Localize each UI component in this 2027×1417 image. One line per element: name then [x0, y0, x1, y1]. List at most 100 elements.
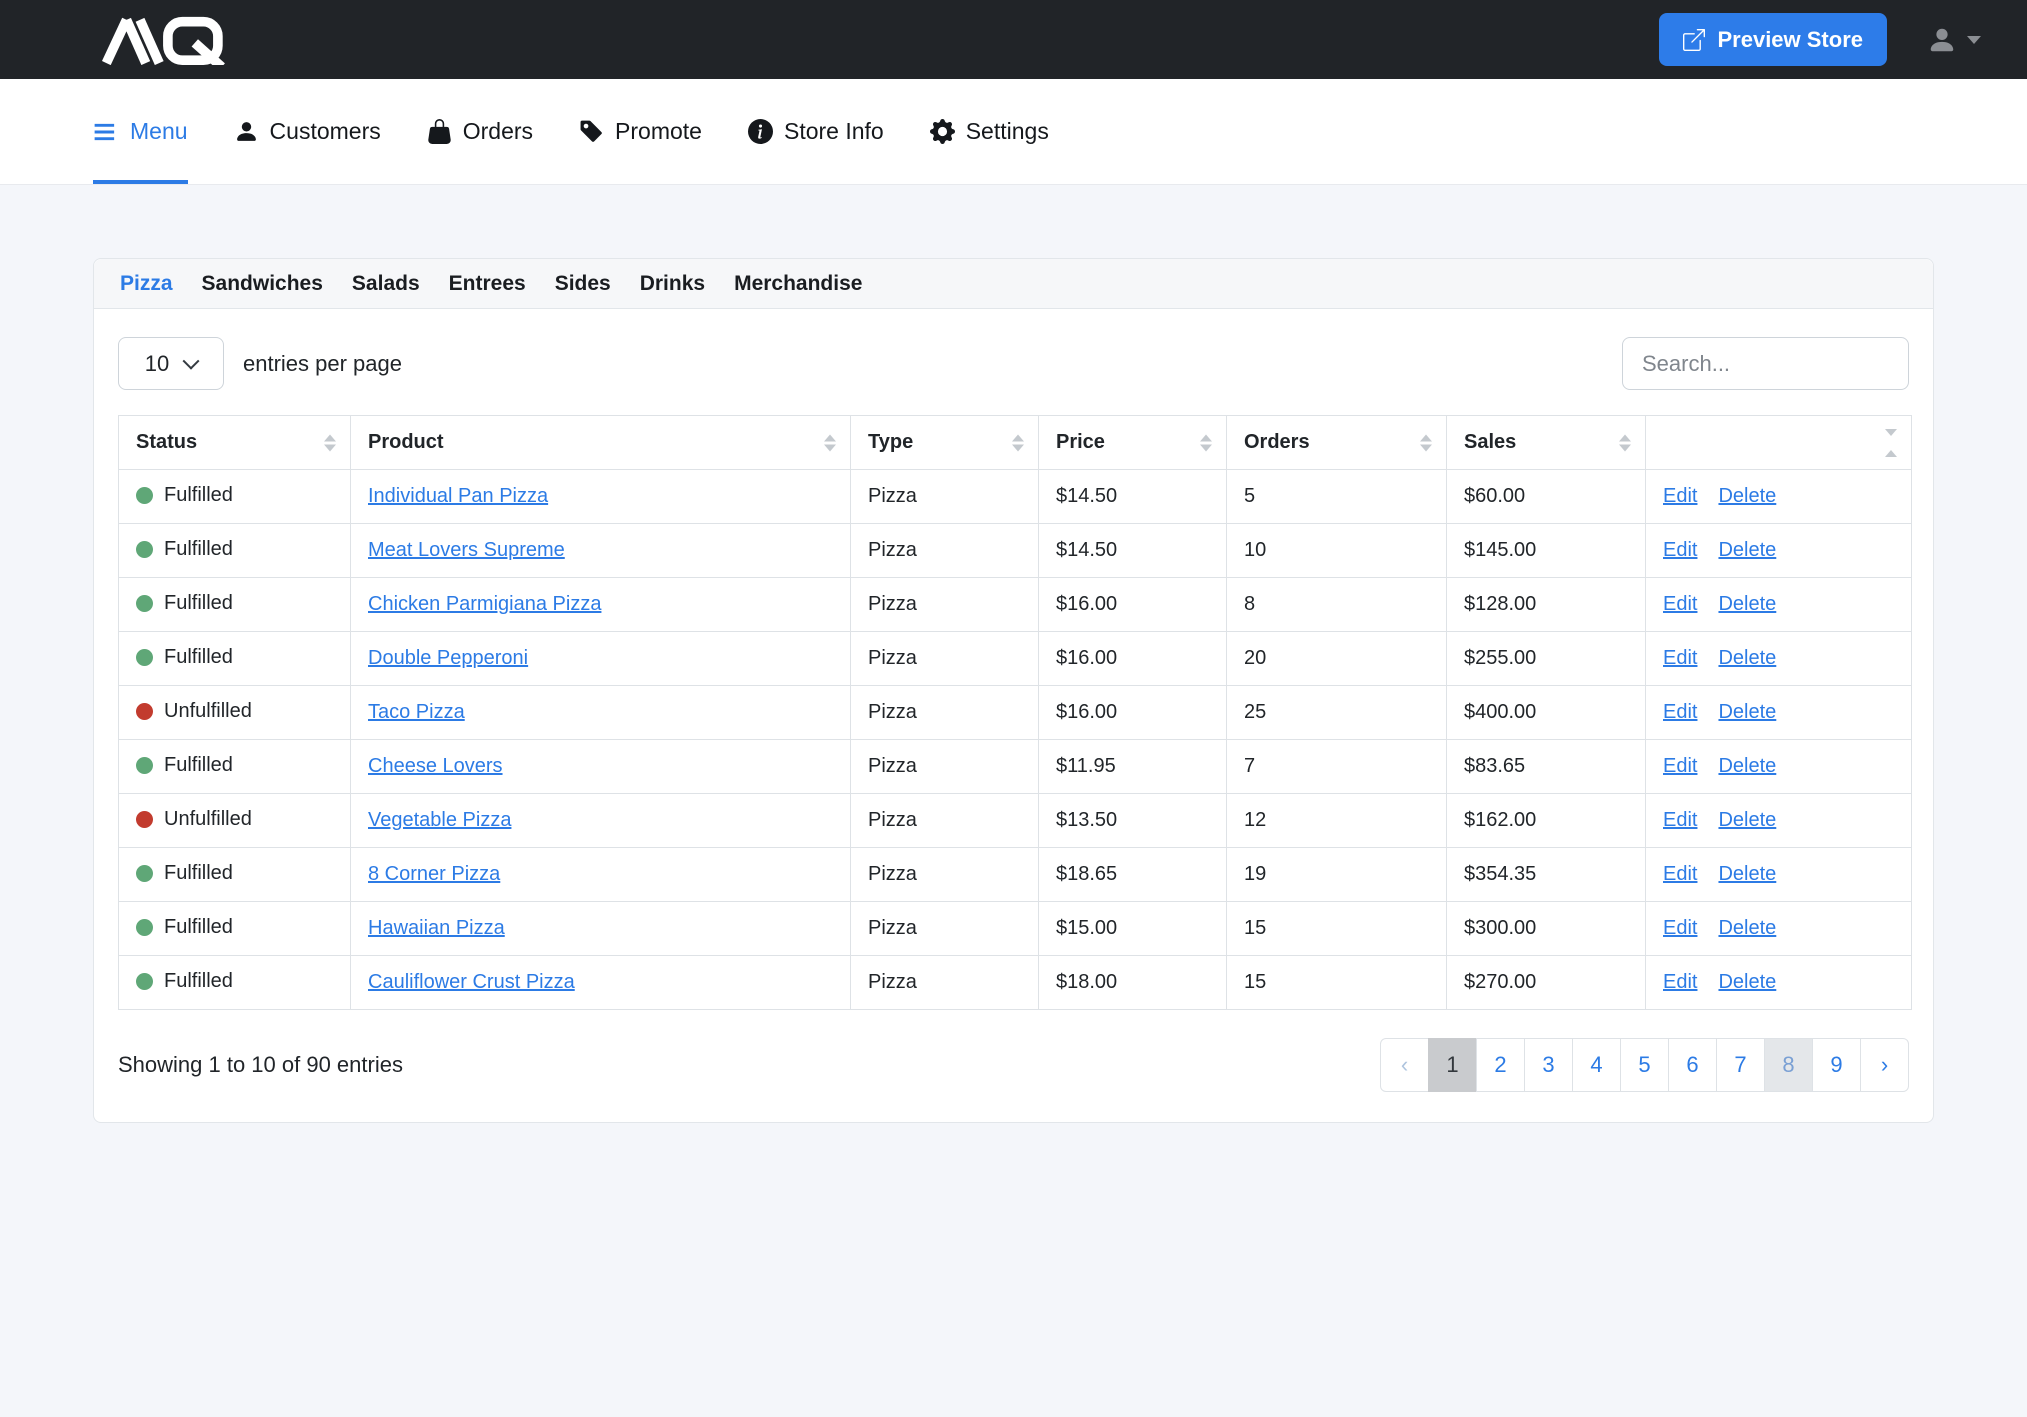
topbar: Preview Store — [0, 0, 2027, 79]
tab-sandwiches[interactable]: Sandwiches — [202, 272, 323, 296]
product-link[interactable]: Meat Lovers Supreme — [368, 539, 565, 561]
tab-entrees[interactable]: Entrees — [449, 272, 526, 296]
preview-store-label: Preview Store — [1717, 27, 1863, 53]
table-row: FulfilledMeat Lovers SupremePizza$14.501… — [119, 524, 1912, 578]
edit-link[interactable]: Edit — [1663, 809, 1697, 831]
delete-link[interactable]: Delete — [1718, 593, 1776, 615]
edit-link[interactable]: Edit — [1663, 539, 1697, 561]
page-3[interactable]: 3 — [1524, 1038, 1573, 1092]
nav-item-store-info[interactable]: Store Info — [748, 79, 884, 184]
status-badge: Fulfilled — [136, 484, 233, 507]
entries-per-page-value: 10 — [145, 351, 169, 377]
type-cell: Pizza — [851, 956, 1039, 1010]
product-link[interactable]: Vegetable Pizza — [368, 809, 511, 831]
column-header-actions[interactable] — [1646, 416, 1912, 470]
tab-sides[interactable]: Sides — [555, 272, 611, 296]
edit-link[interactable]: Edit — [1663, 647, 1697, 669]
product-link[interactable]: Hawaiian Pizza — [368, 917, 505, 939]
table-controls: 10 entries per page — [118, 337, 1909, 390]
nav-item-label: Promote — [615, 118, 702, 145]
delete-link[interactable]: Delete — [1718, 809, 1776, 831]
page-7[interactable]: 7 — [1716, 1038, 1765, 1092]
product-link[interactable]: Taco Pizza — [368, 701, 465, 723]
promote-icon — [579, 119, 604, 144]
page-8[interactable]: 8 — [1764, 1038, 1813, 1092]
orders-cell: 15 — [1227, 902, 1447, 956]
edit-link[interactable]: Edit — [1663, 593, 1697, 615]
column-header-orders[interactable]: Orders — [1227, 416, 1447, 470]
table-row: FulfilledDouble PepperoniPizza$16.0020$2… — [119, 632, 1912, 686]
column-header-type[interactable]: Type — [851, 416, 1039, 470]
page-prev[interactable]: ‹ — [1380, 1038, 1429, 1092]
delete-link[interactable]: Delete — [1718, 539, 1776, 561]
price-cell: $16.00 — [1039, 632, 1227, 686]
edit-link[interactable]: Edit — [1663, 971, 1697, 993]
column-header-price[interactable]: Price — [1039, 416, 1227, 470]
delete-link[interactable]: Delete — [1718, 701, 1776, 723]
table-row: FulfilledCauliflower Crust PizzaPizza$18… — [119, 956, 1912, 1010]
edit-link[interactable]: Edit — [1663, 701, 1697, 723]
tab-salads[interactable]: Salads — [352, 272, 420, 296]
product-link[interactable]: Double Pepperoni — [368, 647, 528, 669]
type-cell: Pizza — [851, 470, 1039, 524]
page-5[interactable]: 5 — [1620, 1038, 1669, 1092]
sales-cell: $300.00 — [1447, 902, 1646, 956]
status-dot-icon — [136, 703, 153, 720]
delete-link[interactable]: Delete — [1718, 863, 1776, 885]
table-body: FulfilledIndividual Pan PizzaPizza$14.50… — [119, 470, 1912, 1010]
nav-item-settings[interactable]: Settings — [930, 79, 1049, 184]
delete-link[interactable]: Delete — [1718, 917, 1776, 939]
status-dot-icon — [136, 595, 153, 612]
edit-link[interactable]: Edit — [1663, 755, 1697, 777]
caret-down-icon — [1967, 36, 1981, 44]
type-cell: Pizza — [851, 686, 1039, 740]
page-next[interactable]: › — [1860, 1038, 1909, 1092]
delete-link[interactable]: Delete — [1718, 485, 1776, 507]
page-1[interactable]: 1 — [1428, 1038, 1477, 1092]
product-link[interactable]: Individual Pan Pizza — [368, 485, 548, 507]
type-cell: Pizza — [851, 740, 1039, 794]
product-link[interactable]: Cauliflower Crust Pizza — [368, 971, 575, 993]
edit-link[interactable]: Edit — [1663, 485, 1697, 507]
search-input[interactable] — [1622, 337, 1909, 390]
column-header-product[interactable]: Product — [351, 416, 851, 470]
tab-pizza[interactable]: Pizza — [120, 272, 173, 296]
page-2[interactable]: 2 — [1476, 1038, 1525, 1092]
column-header-sales[interactable]: Sales — [1447, 416, 1646, 470]
preview-store-button[interactable]: Preview Store — [1659, 13, 1887, 66]
entries-per-page-select[interactable]: 10 — [118, 337, 224, 390]
nav-item-customers[interactable]: Customers — [234, 79, 381, 184]
orders-cell: 7 — [1227, 740, 1447, 794]
sort-icon — [1200, 434, 1212, 451]
user-menu-button[interactable] — [1927, 25, 1981, 55]
tab-drinks[interactable]: Drinks — [640, 272, 705, 296]
page-9[interactable]: 9 — [1812, 1038, 1861, 1092]
user-icon — [1927, 25, 1957, 55]
orders-cell: 10 — [1227, 524, 1447, 578]
price-cell: $13.50 — [1039, 794, 1227, 848]
delete-link[interactable]: Delete — [1718, 647, 1776, 669]
status-dot-icon — [136, 973, 153, 990]
page-6[interactable]: 6 — [1668, 1038, 1717, 1092]
product-link[interactable]: Cheese Lovers — [368, 755, 503, 777]
edit-link[interactable]: Edit — [1663, 863, 1697, 885]
sort-icon — [1885, 429, 1897, 457]
column-header-status[interactable]: Status — [119, 416, 351, 470]
nav-item-orders[interactable]: Orders — [427, 79, 533, 184]
external-link-icon — [1683, 29, 1705, 51]
status-dot-icon — [136, 487, 153, 504]
product-link[interactable]: 8 Corner Pizza — [368, 863, 500, 885]
customers-icon — [234, 119, 259, 144]
app-logo[interactable] — [90, 15, 240, 65]
edit-link[interactable]: Edit — [1663, 917, 1697, 939]
page-4[interactable]: 4 — [1572, 1038, 1621, 1092]
product-link[interactable]: Chicken Parmigiana Pizza — [368, 593, 601, 615]
sales-cell: $255.00 — [1447, 632, 1646, 686]
orders-cell: 5 — [1227, 470, 1447, 524]
nav-item-promote[interactable]: Promote — [579, 79, 702, 184]
column-label: Product — [368, 431, 444, 453]
nav-item-menu[interactable]: Menu — [93, 79, 188, 184]
tab-merchandise[interactable]: Merchandise — [734, 272, 862, 296]
delete-link[interactable]: Delete — [1718, 755, 1776, 777]
delete-link[interactable]: Delete — [1718, 971, 1776, 993]
